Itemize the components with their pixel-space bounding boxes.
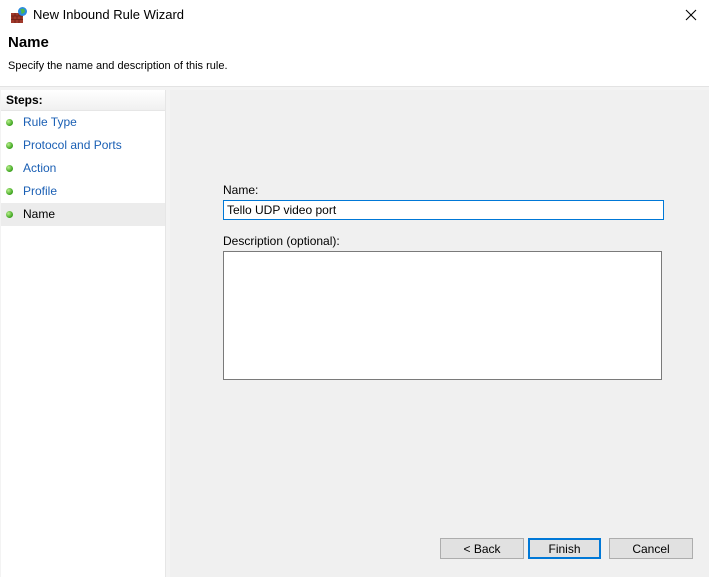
window-title: New Inbound Rule Wizard (33, 7, 185, 22)
page-heading: Name (8, 34, 49, 51)
page-subtitle: Specify the name and description of this… (8, 60, 228, 72)
close-button[interactable] (673, 0, 709, 30)
step-label: Rule Type (23, 115, 77, 129)
finish-button[interactable]: Finish (528, 538, 601, 559)
step-complete-icon (6, 119, 13, 126)
name-input[interactable] (223, 200, 664, 220)
steps-title: Steps: (1, 90, 165, 111)
step-rule-type[interactable]: Rule Type (1, 111, 165, 134)
firewall-globe-icon (11, 7, 27, 23)
back-button[interactable]: < Back (440, 538, 524, 559)
step-action[interactable]: Action (1, 157, 165, 180)
step-label: Profile (23, 184, 58, 198)
step-complete-icon (6, 188, 13, 195)
close-icon (685, 9, 697, 21)
wizard-header: Name Specify the name and description of… (0, 30, 709, 86)
title-bar: New Inbound Rule Wizard (0, 0, 709, 30)
step-profile[interactable]: Profile (1, 180, 165, 203)
content-panel: Name: Description (optional): < Back Fin… (170, 90, 709, 577)
description-input[interactable] (223, 251, 662, 380)
step-name: Name (1, 203, 165, 226)
description-label: Description (optional): (223, 234, 340, 248)
step-protocol-and-ports[interactable]: Protocol and Ports (1, 134, 165, 157)
step-complete-icon (6, 142, 13, 149)
steps-panel: Steps: Rule Type Protocol and Ports Acti… (1, 90, 166, 577)
step-complete-icon (6, 165, 13, 172)
cancel-button[interactable]: Cancel (609, 538, 693, 559)
name-label: Name: (223, 183, 259, 197)
step-label: Name (23, 207, 56, 221)
wizard-body: Steps: Rule Type Protocol and Ports Acti… (0, 87, 709, 577)
step-complete-icon (6, 211, 13, 218)
step-label: Action (23, 161, 57, 175)
step-label: Protocol and Ports (23, 138, 122, 152)
